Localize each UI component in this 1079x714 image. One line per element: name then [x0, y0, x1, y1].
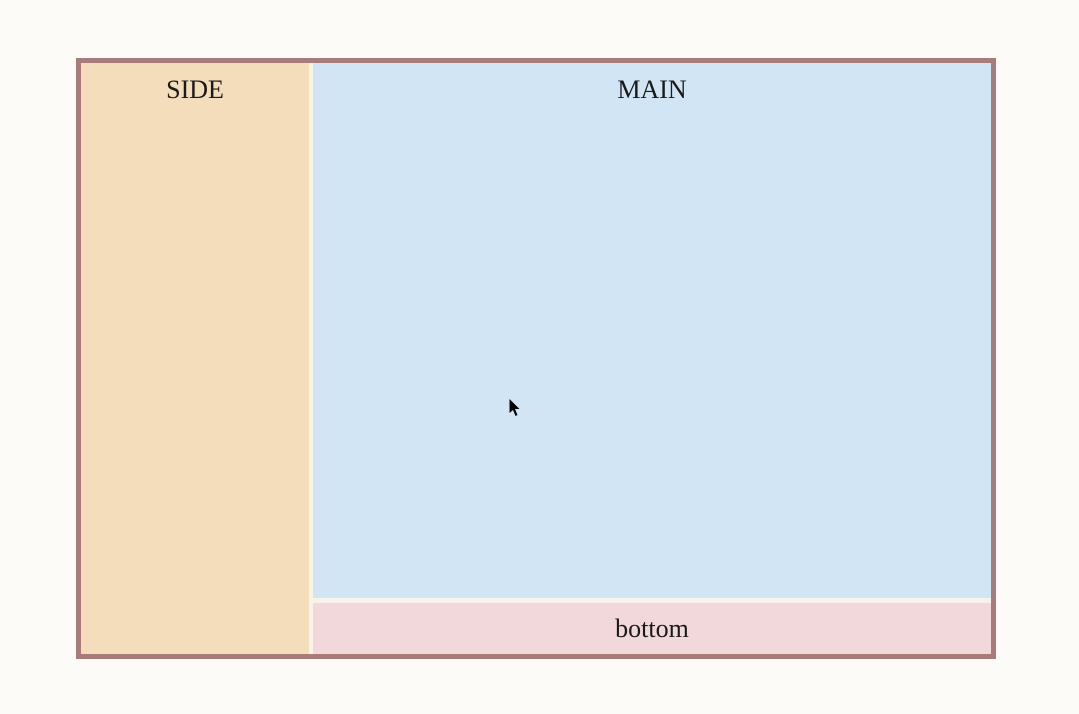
side-panel: SIDE — [81, 63, 313, 654]
main-panel: MAIN — [313, 63, 991, 598]
main-label: MAIN — [617, 75, 686, 104]
bottom-panel: bottom — [313, 598, 991, 654]
bottom-label: bottom — [615, 614, 689, 644]
layout-container: SIDE MAIN bottom — [76, 58, 996, 659]
side-label: SIDE — [166, 75, 224, 104]
